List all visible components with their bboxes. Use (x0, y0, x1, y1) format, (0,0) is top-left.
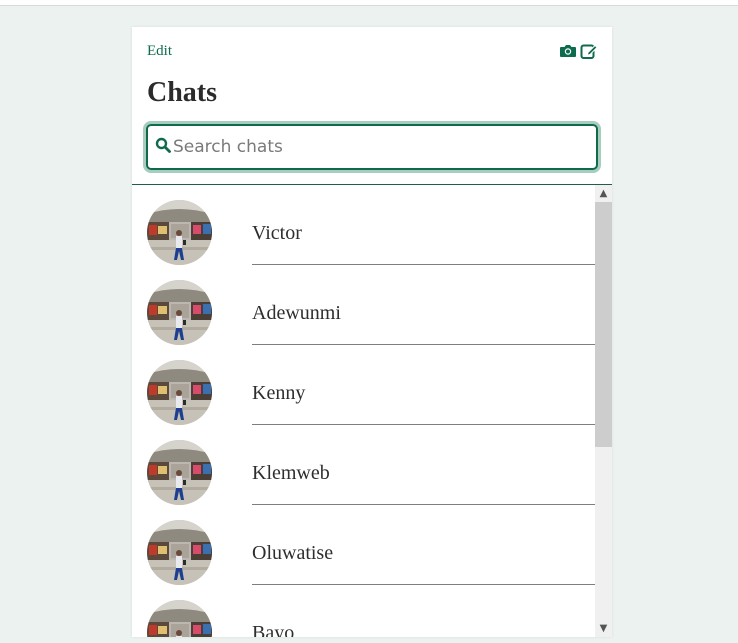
chats-panel: Edit Chats Search chats Victor Adewunmi … (132, 27, 612, 637)
chat-contact-name: Adewunmi (252, 302, 341, 324)
scroll-down-icon[interactable]: ▼ (595, 620, 612, 637)
chat-list-item[interactable]: Oluwatise (132, 505, 595, 585)
header-actions (559, 42, 598, 60)
avatar (147, 280, 212, 345)
chat-list-item[interactable]: Bayo (132, 585, 595, 637)
camera-icon[interactable] (559, 42, 577, 60)
scroll-up-icon[interactable]: ▲ (595, 185, 612, 202)
avatar (147, 520, 212, 585)
scrollbar-thumb[interactable] (595, 202, 612, 447)
chat-contact-name: Victor (252, 222, 302, 244)
page-title: Chats (147, 77, 218, 108)
chat-contact-name: Oluwatise (252, 542, 334, 564)
chat-list-item[interactable]: Kenny (132, 345, 595, 425)
chat-list: Victor Adewunmi Kenny Klemweb Oluwatise … (132, 185, 595, 637)
chat-contact-name: Klemweb (252, 462, 330, 484)
search-box[interactable] (146, 124, 598, 170)
avatar (147, 600, 212, 637)
scrollbar[interactable]: ▲ ▼ (595, 185, 612, 637)
chat-contact-name: Bayo (252, 622, 295, 637)
search-input[interactable] (173, 137, 596, 157)
edit-button[interactable]: Edit (147, 43, 172, 60)
chat-list-item[interactable]: Klemweb (132, 425, 595, 505)
avatar (147, 200, 212, 265)
chat-list-item[interactable]: Adewunmi (132, 265, 595, 345)
browser-top-rule (0, 0, 738, 6)
chat-list-item[interactable]: Victor (132, 185, 595, 265)
avatar (147, 360, 212, 425)
avatar (147, 440, 212, 505)
search-icon (155, 137, 171, 158)
compose-icon[interactable] (580, 42, 598, 60)
chats-header: Edit Chats (132, 27, 612, 185)
chat-contact-name: Kenny (252, 382, 306, 404)
